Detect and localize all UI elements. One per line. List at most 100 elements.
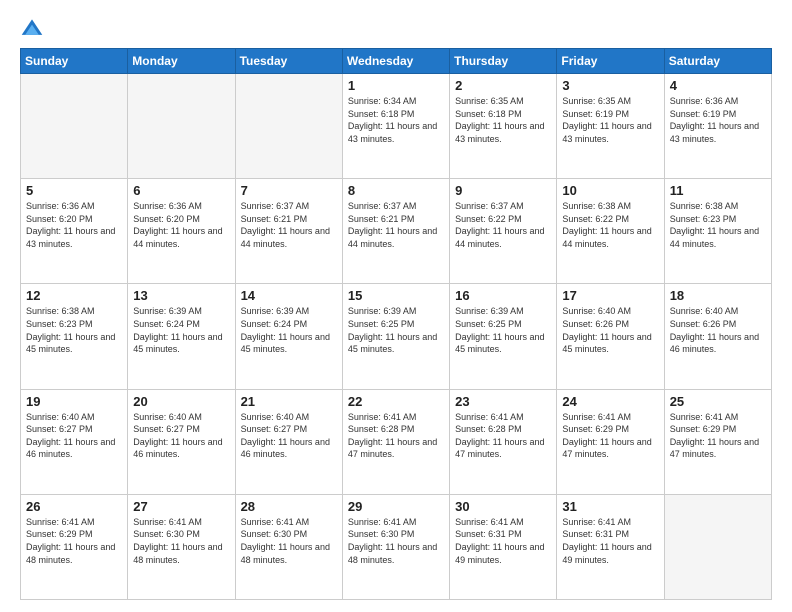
calendar-cell: 1 Sunrise: 6:34 AMSunset: 6:18 PMDaylight… bbox=[342, 74, 449, 179]
day-number: 10 bbox=[562, 183, 658, 198]
page: SundayMondayTuesdayWednesdayThursdayFrid… bbox=[0, 0, 792, 612]
day-number: 25 bbox=[670, 394, 766, 409]
day-number: 20 bbox=[133, 394, 229, 409]
day-number: 29 bbox=[348, 499, 444, 514]
calendar-cell: 5 Sunrise: 6:36 AMSunset: 6:20 PMDaylight… bbox=[21, 179, 128, 284]
day-number: 27 bbox=[133, 499, 229, 514]
day-info: Sunrise: 6:38 AMSunset: 6:23 PMDaylight:… bbox=[26, 305, 122, 355]
day-number: 28 bbox=[241, 499, 337, 514]
day-number: 12 bbox=[26, 288, 122, 303]
calendar-cell: 16 Sunrise: 6:39 AMSunset: 6:25 PMDayligh… bbox=[450, 284, 557, 389]
calendar-cell: 28 Sunrise: 6:41 AMSunset: 6:30 PMDayligh… bbox=[235, 494, 342, 599]
day-number: 19 bbox=[26, 394, 122, 409]
calendar-cell: 22 Sunrise: 6:41 AMSunset: 6:28 PMDayligh… bbox=[342, 389, 449, 494]
weekday-header-saturday: Saturday bbox=[664, 49, 771, 74]
calendar-cell: 23 Sunrise: 6:41 AMSunset: 6:28 PMDayligh… bbox=[450, 389, 557, 494]
calendar-cell: 17 Sunrise: 6:40 AMSunset: 6:26 PMDayligh… bbox=[557, 284, 664, 389]
day-info: Sunrise: 6:41 AMSunset: 6:30 PMDaylight:… bbox=[348, 516, 444, 566]
day-info: Sunrise: 6:40 AMSunset: 6:26 PMDaylight:… bbox=[562, 305, 658, 355]
day-number: 9 bbox=[455, 183, 551, 198]
day-info: Sunrise: 6:41 AMSunset: 6:30 PMDaylight:… bbox=[241, 516, 337, 566]
calendar-cell: 12 Sunrise: 6:38 AMSunset: 6:23 PMDayligh… bbox=[21, 284, 128, 389]
calendar-week-row: 1 Sunrise: 6:34 AMSunset: 6:18 PMDaylight… bbox=[21, 74, 772, 179]
day-info: Sunrise: 6:38 AMSunset: 6:22 PMDaylight:… bbox=[562, 200, 658, 250]
day-number: 18 bbox=[670, 288, 766, 303]
day-info: Sunrise: 6:41 AMSunset: 6:28 PMDaylight:… bbox=[455, 411, 551, 461]
day-info: Sunrise: 6:35 AMSunset: 6:18 PMDaylight:… bbox=[455, 95, 551, 145]
calendar-table: SundayMondayTuesdayWednesdayThursdayFrid… bbox=[20, 48, 772, 600]
calendar-cell bbox=[235, 74, 342, 179]
logo bbox=[20, 16, 48, 40]
calendar-cell bbox=[128, 74, 235, 179]
day-info: Sunrise: 6:36 AMSunset: 6:20 PMDaylight:… bbox=[26, 200, 122, 250]
calendar-cell: 29 Sunrise: 6:41 AMSunset: 6:30 PMDayligh… bbox=[342, 494, 449, 599]
calendar-cell: 15 Sunrise: 6:39 AMSunset: 6:25 PMDayligh… bbox=[342, 284, 449, 389]
day-number: 23 bbox=[455, 394, 551, 409]
calendar-week-row: 26 Sunrise: 6:41 AMSunset: 6:29 PMDayligh… bbox=[21, 494, 772, 599]
day-number: 17 bbox=[562, 288, 658, 303]
weekday-header-thursday: Thursday bbox=[450, 49, 557, 74]
day-info: Sunrise: 6:40 AMSunset: 6:27 PMDaylight:… bbox=[26, 411, 122, 461]
day-number: 31 bbox=[562, 499, 658, 514]
calendar-cell: 25 Sunrise: 6:41 AMSunset: 6:29 PMDayligh… bbox=[664, 389, 771, 494]
day-number: 8 bbox=[348, 183, 444, 198]
day-number: 1 bbox=[348, 78, 444, 93]
day-info: Sunrise: 6:37 AMSunset: 6:21 PMDaylight:… bbox=[241, 200, 337, 250]
day-info: Sunrise: 6:41 AMSunset: 6:31 PMDaylight:… bbox=[455, 516, 551, 566]
calendar-cell: 4Sunrise: 6:36 AMSunset: 6:19 PMDaylight… bbox=[664, 74, 771, 179]
day-number: 26 bbox=[26, 499, 122, 514]
calendar-cell: 24 Sunrise: 6:41 AMSunset: 6:29 PMDayligh… bbox=[557, 389, 664, 494]
day-number: 11 bbox=[670, 183, 766, 198]
day-info: Sunrise: 6:36 AMSunset: 6:19 PMDaylight:… bbox=[670, 95, 766, 145]
calendar-cell: 26 Sunrise: 6:41 AMSunset: 6:29 PMDayligh… bbox=[21, 494, 128, 599]
day-info: Sunrise: 6:41 AMSunset: 6:29 PMDaylight:… bbox=[670, 411, 766, 461]
calendar-cell: 7 Sunrise: 6:37 AMSunset: 6:21 PMDaylight… bbox=[235, 179, 342, 284]
day-info: Sunrise: 6:39 AMSunset: 6:25 PMDaylight:… bbox=[348, 305, 444, 355]
calendar-cell: 13Sunrise: 6:39 AMSunset: 6:24 PMDayligh… bbox=[128, 284, 235, 389]
calendar-cell bbox=[664, 494, 771, 599]
day-info: Sunrise: 6:41 AMSunset: 6:28 PMDaylight:… bbox=[348, 411, 444, 461]
calendar-week-row: 19 Sunrise: 6:40 AMSunset: 6:27 PMDayligh… bbox=[21, 389, 772, 494]
day-number: 15 bbox=[348, 288, 444, 303]
calendar-week-row: 12 Sunrise: 6:38 AMSunset: 6:23 PMDayligh… bbox=[21, 284, 772, 389]
calendar-cell: 14Sunrise: 6:39 AMSunset: 6:24 PMDayligh… bbox=[235, 284, 342, 389]
weekday-header-friday: Friday bbox=[557, 49, 664, 74]
weekday-header-wednesday: Wednesday bbox=[342, 49, 449, 74]
day-number: 30 bbox=[455, 499, 551, 514]
day-info: Sunrise: 6:41 AMSunset: 6:31 PMDaylight:… bbox=[562, 516, 658, 566]
day-info: Sunrise: 6:41 AMSunset: 6:29 PMDaylight:… bbox=[26, 516, 122, 566]
calendar-cell: 9Sunrise: 6:37 AMSunset: 6:22 PMDaylight… bbox=[450, 179, 557, 284]
day-info: Sunrise: 6:41 AMSunset: 6:30 PMDaylight:… bbox=[133, 516, 229, 566]
calendar-cell: 19 Sunrise: 6:40 AMSunset: 6:27 PMDayligh… bbox=[21, 389, 128, 494]
day-info: Sunrise: 6:37 AMSunset: 6:21 PMDaylight:… bbox=[348, 200, 444, 250]
day-number: 24 bbox=[562, 394, 658, 409]
calendar-cell: 18 Sunrise: 6:40 AMSunset: 6:26 PMDayligh… bbox=[664, 284, 771, 389]
day-info: Sunrise: 6:35 AMSunset: 6:19 PMDaylight:… bbox=[562, 95, 658, 145]
day-number: 7 bbox=[241, 183, 337, 198]
day-number: 13 bbox=[133, 288, 229, 303]
calendar-cell: 10 Sunrise: 6:38 AMSunset: 6:22 PMDayligh… bbox=[557, 179, 664, 284]
header bbox=[20, 16, 772, 40]
day-number: 2 bbox=[455, 78, 551, 93]
calendar-cell: 20 Sunrise: 6:40 AMSunset: 6:27 PMDayligh… bbox=[128, 389, 235, 494]
day-number: 16 bbox=[455, 288, 551, 303]
day-info: Sunrise: 6:40 AMSunset: 6:27 PMDaylight:… bbox=[133, 411, 229, 461]
calendar-cell: 31 Sunrise: 6:41 AMSunset: 6:31 PMDayligh… bbox=[557, 494, 664, 599]
calendar-cell: 8 Sunrise: 6:37 AMSunset: 6:21 PMDaylight… bbox=[342, 179, 449, 284]
day-info: Sunrise: 6:39 AMSunset: 6:24 PMDaylight:… bbox=[241, 305, 337, 355]
day-info: Sunrise: 6:34 AMSunset: 6:18 PMDaylight:… bbox=[348, 95, 444, 145]
day-number: 21 bbox=[241, 394, 337, 409]
calendar-cell: 11 Sunrise: 6:38 AMSunset: 6:23 PMDayligh… bbox=[664, 179, 771, 284]
day-info: Sunrise: 6:39 AMSunset: 6:25 PMDaylight:… bbox=[455, 305, 551, 355]
day-number: 22 bbox=[348, 394, 444, 409]
day-info: Sunrise: 6:41 AMSunset: 6:29 PMDaylight:… bbox=[562, 411, 658, 461]
day-number: 5 bbox=[26, 183, 122, 198]
day-info: Sunrise: 6:40 AMSunset: 6:26 PMDaylight:… bbox=[670, 305, 766, 355]
day-info: Sunrise: 6:36 AMSunset: 6:20 PMDaylight:… bbox=[133, 200, 229, 250]
calendar-cell: 30 Sunrise: 6:41 AMSunset: 6:31 PMDayligh… bbox=[450, 494, 557, 599]
day-info: Sunrise: 6:38 AMSunset: 6:23 PMDaylight:… bbox=[670, 200, 766, 250]
weekday-header-tuesday: Tuesday bbox=[235, 49, 342, 74]
calendar-header-row: SundayMondayTuesdayWednesdayThursdayFrid… bbox=[21, 49, 772, 74]
calendar-cell: 2 Sunrise: 6:35 AMSunset: 6:18 PMDaylight… bbox=[450, 74, 557, 179]
weekday-header-sunday: Sunday bbox=[21, 49, 128, 74]
